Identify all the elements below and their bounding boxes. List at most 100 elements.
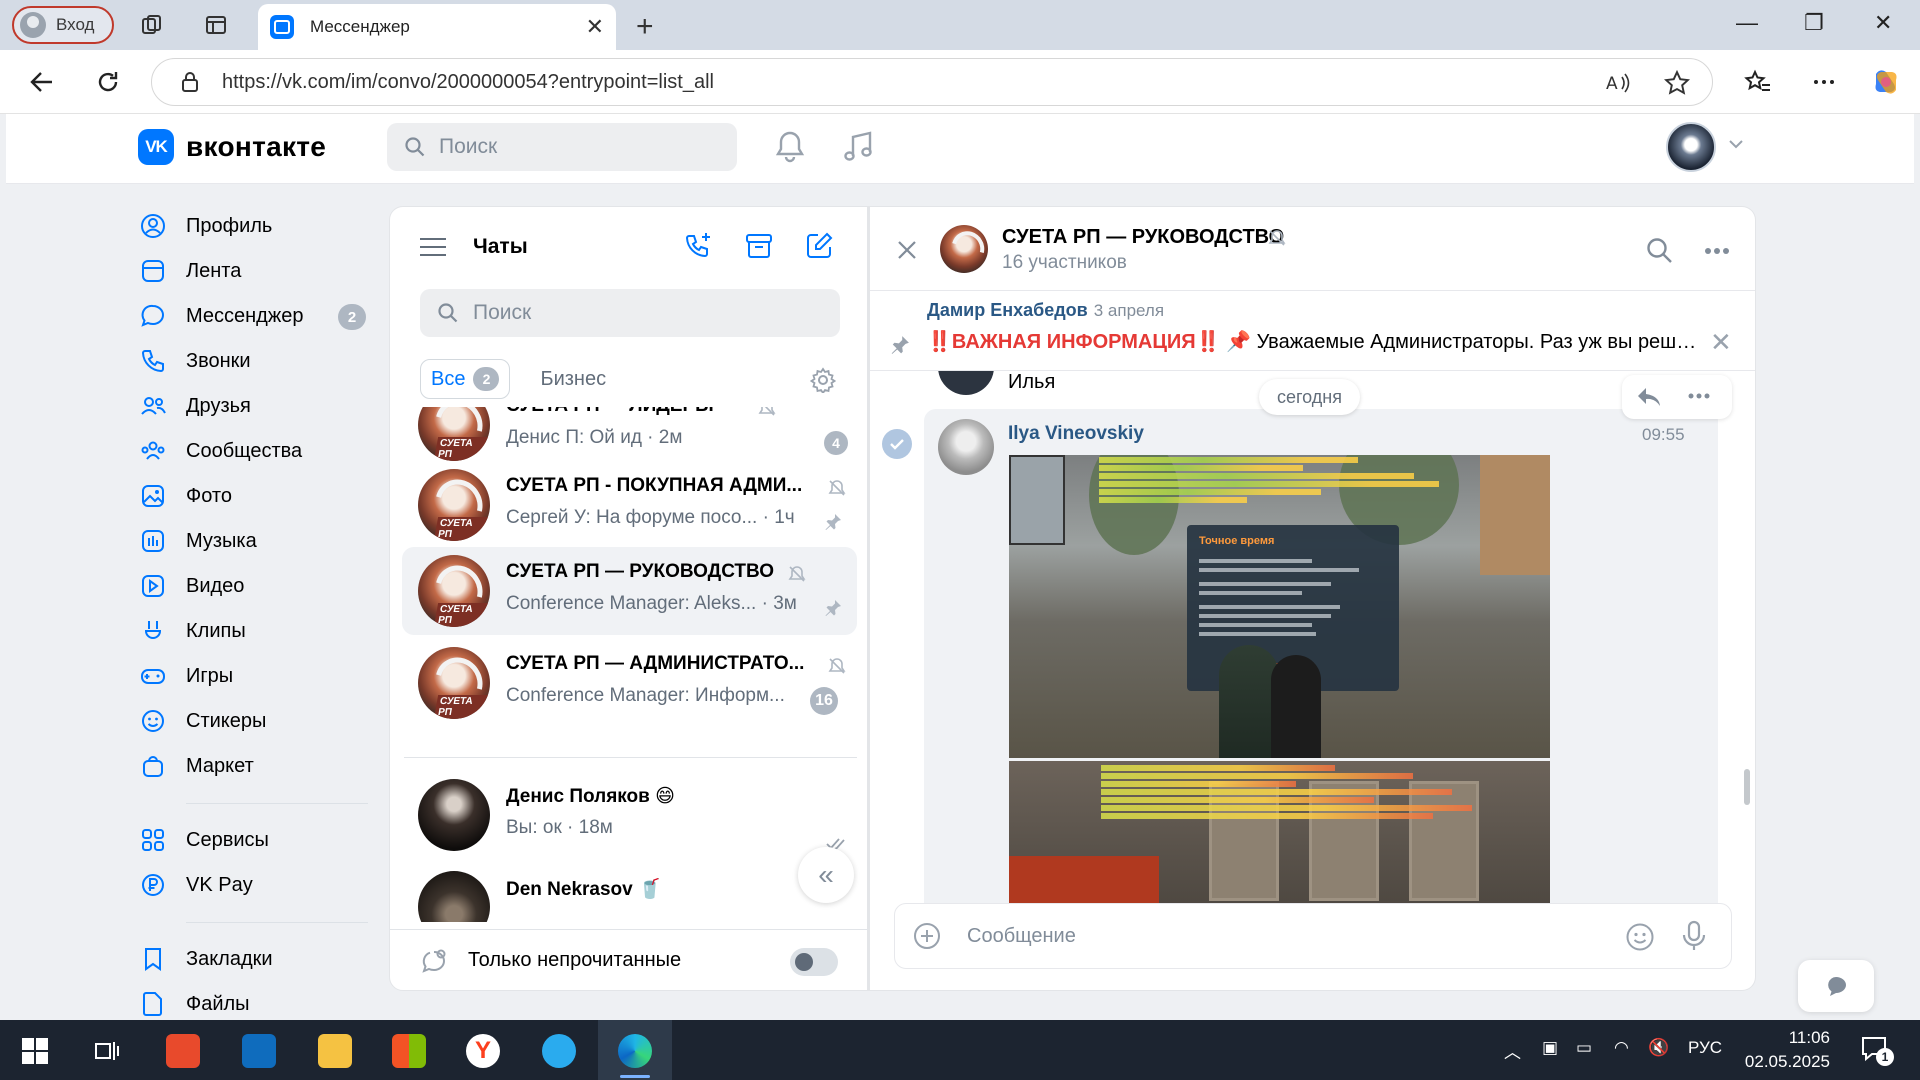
archive-icon[interactable] xyxy=(744,231,774,261)
menu-item-clips[interactable]: Клипы xyxy=(140,609,370,654)
attached-screenshot-1[interactable]: Точное время xyxy=(1009,455,1550,758)
copilot-icon[interactable] xyxy=(1870,66,1902,98)
more-options-icon[interactable] xyxy=(1688,393,1710,399)
collapse-list-button[interactable]: « xyxy=(798,847,854,903)
edge-browser-icon[interactable] xyxy=(618,1034,652,1068)
microphone-icon[interactable] xyxy=(1681,920,1707,952)
lock-icon[interactable] xyxy=(180,71,200,93)
volume-muted-icon[interactable]: 🔇 xyxy=(1648,1038,1669,1058)
browser-tab-messenger[interactable]: Мессенджер ✕ xyxy=(258,4,616,50)
chat-item-den-nekrasov[interactable]: Den Nekrasov 🥤 xyxy=(402,863,857,922)
message-composer[interactable]: Сообщение xyxy=(894,903,1732,969)
hamburger-menu-icon[interactable] xyxy=(420,237,446,257)
vk-logo[interactable]: VK вконтакте xyxy=(138,129,326,165)
chat-item-administrators[interactable]: СУЕТА РП СУЕТА РП — АДМИНИСТРАТО... Conf… xyxy=(402,639,857,727)
unread-only-toggle[interactable] xyxy=(790,948,838,976)
chat-item-paid-admins[interactable]: СУЕТА РП СУЕТА РП - ПОКУПНАЯ АДМИ... Сер… xyxy=(402,461,857,549)
menu-item-stickers[interactable]: Стикеры xyxy=(140,699,370,744)
tab-actions-icon[interactable] xyxy=(204,13,228,37)
previous-message-author[interactable]: Илья xyxy=(1008,371,1055,394)
floating-chat-button[interactable] xyxy=(1798,960,1874,1012)
menu-item-video[interactable]: Видео xyxy=(140,564,370,609)
unpin-close-icon[interactable]: ✕ xyxy=(1710,327,1732,358)
chat-item-management[interactable]: СУЕТА РП СУЕТА РП — РУКОВОДСТВО Conferen… xyxy=(402,547,857,635)
windows-start-icon[interactable] xyxy=(22,1038,48,1064)
wifi-icon[interactable]: ◠ xyxy=(1614,1038,1629,1058)
chat-avatar xyxy=(418,779,490,851)
menu-item-friends[interactable]: Друзья xyxy=(140,384,370,429)
read-aloud-icon[interactable]: A xyxy=(1606,71,1632,95)
chevron-down-icon[interactable] xyxy=(1728,138,1744,150)
back-arrow-icon[interactable] xyxy=(28,68,56,96)
conversation-members-count[interactable]: 16 участников xyxy=(1002,252,1127,274)
gear-icon[interactable] xyxy=(810,367,836,393)
conversation-title[interactable]: СУЕТА РП — РУКОВОДСТВО xyxy=(1002,226,1284,249)
menu-item-profile[interactable]: Профиль xyxy=(140,204,370,249)
clock[interactable]: 11:06 02.05.2025 xyxy=(1744,1026,1830,1074)
workspaces-icon[interactable] xyxy=(140,13,164,37)
more-menu-icon[interactable] xyxy=(1810,68,1838,96)
previous-message-avatar[interactable] xyxy=(938,371,994,395)
attach-plus-icon[interactable] xyxy=(913,922,941,950)
tab-business[interactable]: Бизнес xyxy=(530,359,616,399)
message-author[interactable]: Ilya Vineovskiy xyxy=(1008,423,1144,445)
input-language[interactable]: РУС xyxy=(1688,1038,1722,1058)
menu-item-messenger[interactable]: Мессенджер 2 xyxy=(140,294,370,339)
notification-center-icon[interactable]: 1 xyxy=(1860,1034,1894,1066)
minimize-button[interactable]: — xyxy=(1736,10,1758,36)
browser-profile-button[interactable]: Вход xyxy=(12,6,114,44)
message-select-checkbox[interactable] xyxy=(882,429,912,459)
close-icon[interactable] xyxy=(896,239,918,261)
reply-arrow-icon[interactable] xyxy=(1636,385,1662,409)
more-options-icon[interactable] xyxy=(1704,247,1730,255)
favorites-icon[interactable] xyxy=(1744,68,1772,96)
user-avatar[interactable] xyxy=(1666,122,1716,172)
menu-item-music[interactable]: Музыка xyxy=(140,519,370,564)
notifications-bell-icon[interactable] xyxy=(774,130,806,164)
menu-item-games[interactable]: Игры xyxy=(140,654,370,699)
message-author-avatar[interactable] xyxy=(938,419,994,475)
close-window-button[interactable]: ✕ xyxy=(1874,10,1892,36)
attached-screenshot-2[interactable] xyxy=(1009,761,1550,906)
task-view-icon[interactable] xyxy=(94,1038,120,1064)
show-hidden-icons-chevron[interactable]: ︿ xyxy=(1504,1038,1521,1063)
chats-search-input[interactable]: Поиск xyxy=(420,289,840,337)
menu-item-calls[interactable]: Звонки xyxy=(140,339,370,384)
favorite-star-icon[interactable] xyxy=(1664,70,1690,96)
menu-item-feed[interactable]: Лента xyxy=(140,249,370,294)
battery-icon[interactable]: ▭ xyxy=(1576,1038,1592,1058)
menu-item-market[interactable]: Маркет xyxy=(140,744,370,789)
music-note-icon[interactable] xyxy=(842,130,874,164)
refresh-icon[interactable] xyxy=(94,68,122,96)
muted-bell-icon xyxy=(758,407,776,416)
telegram-app-icon[interactable] xyxy=(542,1034,576,1068)
new-tab-button[interactable]: + xyxy=(636,10,654,44)
emoji-smile-icon[interactable] xyxy=(1625,922,1655,952)
microsoft-store-icon[interactable] xyxy=(392,1034,426,1068)
feed-icon xyxy=(142,260,164,282)
new-call-icon[interactable] xyxy=(684,231,714,261)
menu-item-photo[interactable]: Фото xyxy=(140,474,370,519)
vk-search-input[interactable]: Поиск xyxy=(387,123,737,171)
chat-item-denis-polyakov[interactable]: Денис Поляков 😄 Вы: ок · 18м xyxy=(402,771,857,859)
anydesk-app-icon[interactable] xyxy=(166,1034,200,1068)
pinned-message[interactable]: Дамир Енхабедов 3 апреля ‼️ВАЖНАЯ ИНФОРМА… xyxy=(870,291,1755,371)
file-explorer-icon[interactable] xyxy=(318,1034,352,1068)
chat-item-leaders[interactable]: СУЕТА РП СУЕТА РП — ЛИДЕРЫ Денис П: Ой и… xyxy=(402,407,857,469)
menu-item-services[interactable]: Сервисы xyxy=(140,818,370,863)
tab-close-icon[interactable]: ✕ xyxy=(586,14,604,40)
conversation-avatar[interactable] xyxy=(940,225,988,273)
search-icon[interactable] xyxy=(1646,237,1674,265)
menu-item-vkpay[interactable]: VK Pay xyxy=(140,863,370,908)
address-bar[interactable]: https://vk.com/im/convo/2000000054?entry… xyxy=(151,58,1713,106)
bookmark-icon xyxy=(145,948,161,971)
menu-item-bookmarks[interactable]: Закладки xyxy=(140,937,370,982)
meet-now-icon[interactable]: ▣ xyxy=(1542,1038,1558,1058)
tab-all[interactable]: Все 2 xyxy=(420,359,511,399)
menu-item-communities[interactable]: Сообщества xyxy=(140,429,370,474)
outlook-app-icon[interactable] xyxy=(242,1034,276,1068)
restore-button[interactable]: ❐ xyxy=(1804,10,1824,36)
yandex-browser-icon[interactable]: Y xyxy=(466,1034,500,1068)
compose-icon[interactable] xyxy=(804,231,834,261)
scrollbar-thumb[interactable] xyxy=(1744,769,1750,805)
